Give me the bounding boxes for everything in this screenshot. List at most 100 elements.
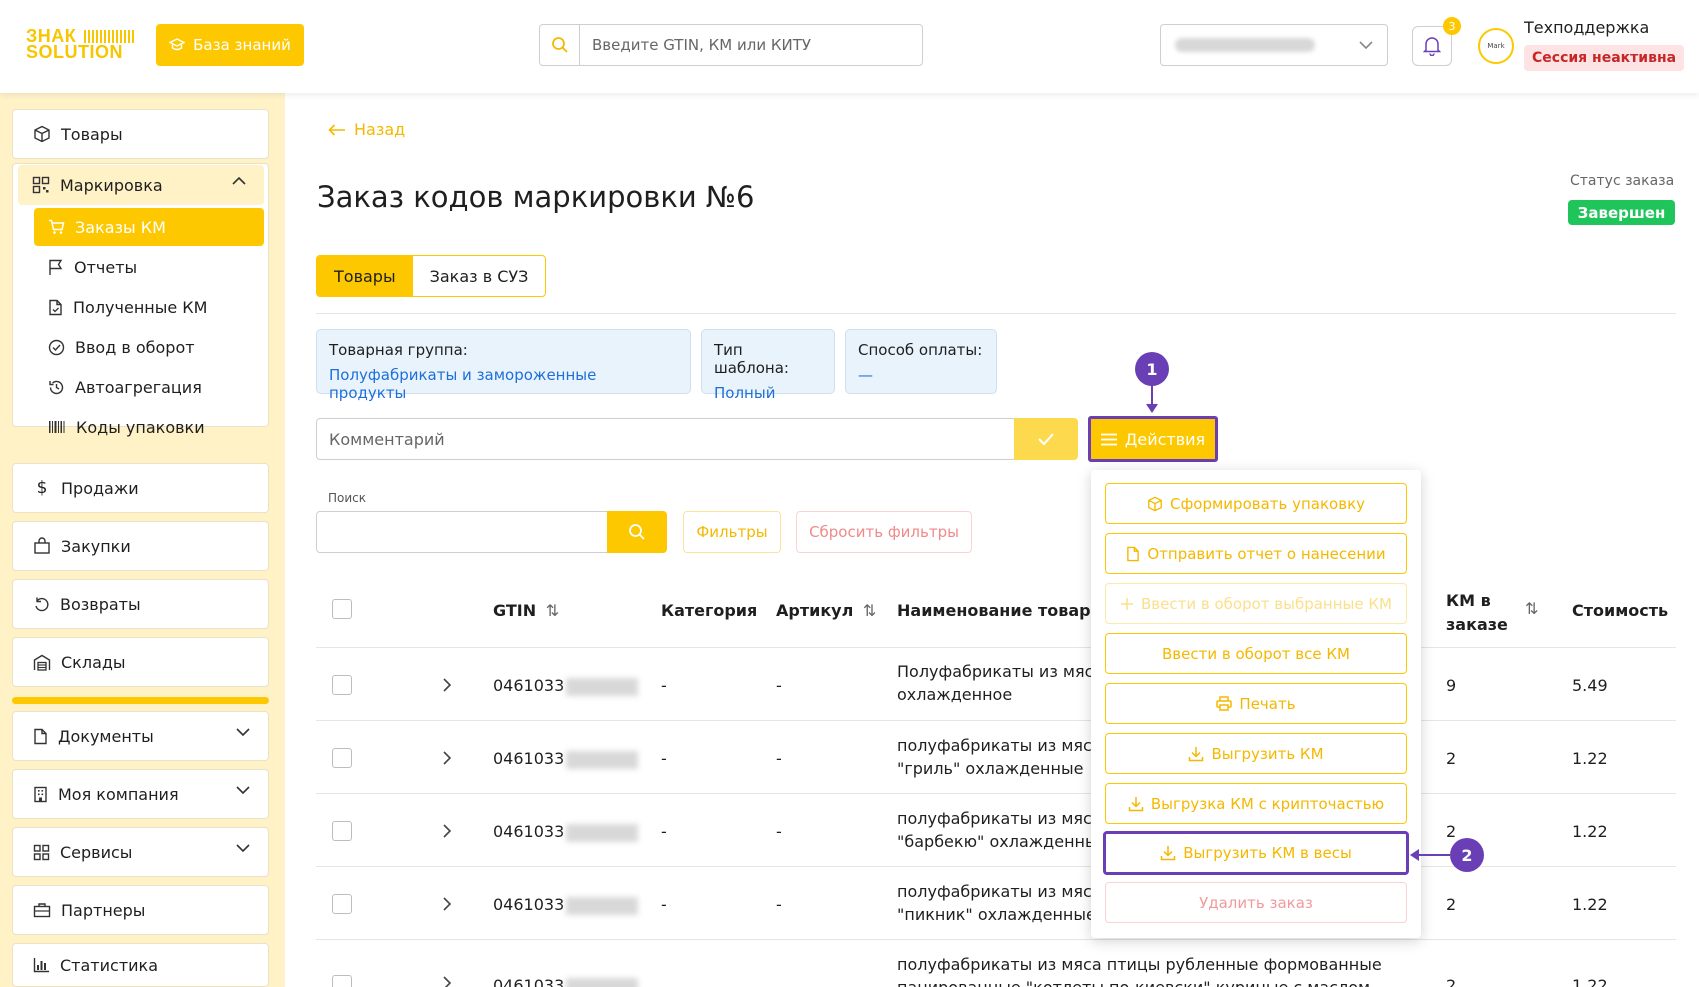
sidebar-item-returns[interactable]: Возвраты bbox=[12, 579, 269, 629]
chevron-down-icon bbox=[1359, 41, 1373, 49]
organization-name-redacted bbox=[1175, 38, 1315, 52]
row-checkbox[interactable] bbox=[332, 748, 352, 768]
knowledge-base-button[interactable]: База знаний bbox=[156, 24, 304, 66]
gtin-redacted bbox=[566, 677, 639, 696]
sidebar-item-sales[interactable]: $ Продажи bbox=[12, 463, 269, 513]
row-checkbox[interactable] bbox=[332, 975, 352, 987]
check-circle-icon bbox=[48, 339, 65, 355]
actions-button[interactable]: Действия bbox=[1088, 416, 1218, 462]
table-search-button[interactable] bbox=[607, 511, 667, 553]
comment-input[interactable]: Комментарий bbox=[316, 418, 1016, 460]
sidebar-item-received-km[interactable]: Полученные КМ bbox=[34, 288, 264, 326]
avatar-text: Mark bbox=[1487, 42, 1505, 50]
sidebar-item-warehouses[interactable]: Склады bbox=[12, 637, 269, 687]
filters-button[interactable]: Фильтры bbox=[683, 511, 781, 553]
global-search-input[interactable]: Введите GTIN, КМ или КИТУ bbox=[580, 36, 811, 54]
download-icon bbox=[1128, 796, 1144, 811]
introduce-selected-km-button[interactable]: Ввести в оборот выбранные КМ bbox=[1105, 583, 1407, 624]
chevron-right-icon[interactable] bbox=[442, 975, 452, 987]
chevron-right-icon[interactable] bbox=[442, 677, 452, 693]
avatar[interactable]: Mark bbox=[1478, 28, 1514, 64]
sidebar-item-label: Полученные КМ bbox=[73, 297, 208, 317]
create-package-button[interactable]: Сформировать упаковку bbox=[1105, 483, 1407, 524]
cell-km-count: 9 bbox=[1446, 676, 1457, 695]
delete-order-button[interactable]: Удалить заказ bbox=[1105, 882, 1407, 923]
logo-line2: SOLUTION bbox=[26, 42, 123, 62]
flag-icon bbox=[49, 259, 63, 275]
chevron-right-icon[interactable] bbox=[442, 750, 452, 766]
sort-icon[interactable]: ⇅ bbox=[1525, 599, 1538, 618]
export-km-crypto-button[interactable]: Выгрузка КМ с крипточастью bbox=[1105, 783, 1407, 824]
info-label: Способ оплаты: bbox=[858, 341, 983, 359]
chevron-right-icon[interactable] bbox=[442, 823, 452, 839]
row-checkbox[interactable] bbox=[332, 675, 352, 695]
sidebar-item-label: Маркировка bbox=[60, 175, 163, 195]
qr-code-icon bbox=[32, 176, 50, 194]
sidebar-item-statistics[interactable]: Статистика bbox=[12, 943, 269, 987]
support-link[interactable]: Техподдержка bbox=[1524, 18, 1649, 37]
order-status-badge: Завершен bbox=[1568, 200, 1675, 225]
column-header-cost: Стоимость bbox=[1572, 601, 1669, 620]
graduation-cap-icon bbox=[169, 38, 186, 51]
chevron-right-icon[interactable] bbox=[442, 896, 452, 912]
comment-save-button[interactable] bbox=[1014, 418, 1078, 460]
column-header-gtin[interactable]: GTIN ⇅ bbox=[493, 601, 559, 620]
sidebar-item-package-codes[interactable]: Коды упаковки bbox=[34, 408, 264, 446]
sidebar-item-services[interactable]: Сервисы bbox=[12, 827, 269, 877]
name-line: "барбекю" охлажденные bbox=[897, 832, 1108, 851]
tab-goods[interactable]: Товары bbox=[317, 256, 413, 296]
row-checkbox[interactable] bbox=[332, 821, 352, 841]
sidebar-item-autoaggregation[interactable]: Автоагрегация bbox=[34, 368, 264, 406]
name-line: полуфабрикаты из мяса bbox=[897, 736, 1102, 755]
notifications-button[interactable]: 3 bbox=[1412, 17, 1461, 66]
table-search-input[interactable] bbox=[316, 511, 608, 553]
sidebar-divider bbox=[12, 697, 269, 704]
cart-icon bbox=[49, 219, 65, 234]
back-link[interactable]: Назад bbox=[328, 120, 405, 139]
column-header-article[interactable]: Артикул ⇅ bbox=[776, 601, 876, 620]
sidebar-item-documents[interactable]: Документы bbox=[12, 711, 269, 761]
logo[interactable]: ЗНАК SOLUTION bbox=[26, 27, 142, 62]
sort-icon[interactable]: ⇅ bbox=[546, 601, 559, 620]
sidebar-item-label: Закупки bbox=[61, 536, 131, 556]
export-km-button[interactable]: Выгрузить КМ bbox=[1105, 733, 1407, 774]
menu-icon bbox=[1100, 433, 1117, 445]
sort-icon[interactable]: ⇅ bbox=[863, 601, 876, 620]
info-card-product-group: Товарная группа: Полуфабрикаты и заморож… bbox=[316, 329, 691, 402]
row-checkbox[interactable] bbox=[332, 894, 352, 914]
divider bbox=[316, 313, 1676, 314]
tab-suz-order[interactable]: Заказ в СУЗ bbox=[413, 256, 546, 296]
sidebar-item-km-orders[interactable]: Заказы КМ bbox=[34, 208, 264, 246]
cell-km-count: 2 bbox=[1446, 822, 1457, 841]
cell-km-count: 2 bbox=[1446, 895, 1457, 914]
name-line: полуфабрикаты из мяса птицы рубленные фо… bbox=[897, 955, 1382, 974]
export-km-to-scales-button[interactable]: Выгрузить КМ в весы bbox=[1103, 831, 1409, 875]
reset-filters-button[interactable]: Сбросить фильтры bbox=[796, 511, 972, 553]
info-label: Товарная группа: bbox=[329, 341, 468, 359]
introduce-all-km-button[interactable]: Ввести в оборот все КМ bbox=[1105, 633, 1407, 674]
sidebar-item-label: Отчеты bbox=[74, 257, 138, 277]
select-all-checkbox[interactable] bbox=[332, 599, 352, 619]
comment-placeholder: Комментарий bbox=[329, 429, 445, 449]
dropdown-item-label: Ввести в оборот выбранные КМ bbox=[1141, 594, 1392, 613]
gtin-value: 0461033 bbox=[493, 749, 565, 768]
sidebar-item-circulation[interactable]: Ввод в оборот bbox=[34, 328, 264, 366]
sidebar-item-purchases[interactable]: Закупки bbox=[12, 521, 269, 571]
sidebar-item-partners[interactable]: Партнеры bbox=[12, 885, 269, 935]
search-icon[interactable] bbox=[540, 25, 580, 65]
sidebar-item-reports[interactable]: Отчеты bbox=[34, 248, 264, 286]
name-line: полуфабрикаты из мяса bbox=[897, 809, 1102, 828]
gtin-redacted bbox=[566, 977, 639, 987]
send-application-report-button[interactable]: Отправить отчет о нанесении bbox=[1105, 533, 1407, 574]
print-button[interactable]: Печать bbox=[1105, 683, 1407, 724]
cell-km-count: 2 bbox=[1446, 749, 1457, 768]
column-header-category: Категория bbox=[661, 601, 758, 620]
sidebar-item-company[interactable]: Моя компания bbox=[12, 769, 269, 819]
sidebar-item-label: Возвраты bbox=[60, 594, 141, 614]
order-status-label: Статус заказа bbox=[1570, 173, 1675, 189]
cell-gtin: 0461033 bbox=[493, 747, 639, 770]
sidebar-item-goods[interactable]: Товары bbox=[12, 109, 269, 159]
organization-select[interactable] bbox=[1160, 24, 1388, 66]
global-search[interactable]: Введите GTIN, КМ или КИТУ bbox=[539, 24, 923, 66]
sidebar-item-marking[interactable]: Маркировка bbox=[18, 165, 264, 205]
